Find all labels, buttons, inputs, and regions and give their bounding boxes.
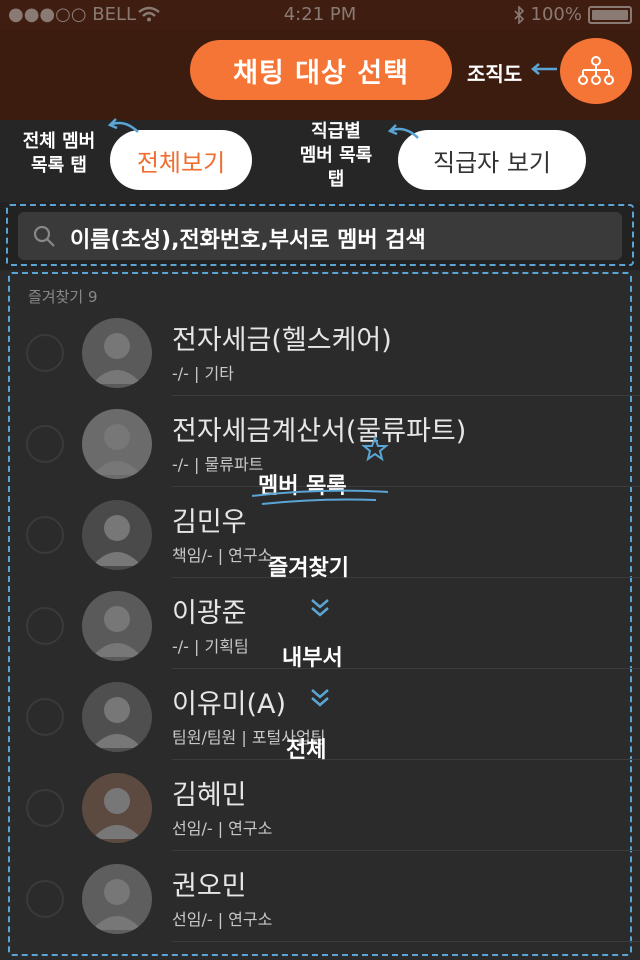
avatar (82, 591, 152, 661)
member-name: 김민우 (172, 507, 247, 538)
chevron-down-icon (311, 599, 329, 617)
battery-percent: 100% (530, 4, 582, 25)
list-item[interactable]: 전자세금(헬스케어) -/- | 기타 (0, 306, 640, 396)
order-favorites: 즐겨찾기 (268, 556, 349, 581)
search-icon (33, 225, 55, 247)
avatar (82, 409, 152, 479)
divider (172, 941, 640, 942)
org-chart-icon (578, 56, 614, 85)
arrow-icon (387, 124, 419, 139)
divider (172, 850, 640, 851)
org-chart-label: 조직도 (467, 62, 523, 86)
select-radio[interactable] (26, 607, 64, 645)
member-detail: -/- | 기타 (172, 364, 234, 383)
select-radio[interactable] (26, 425, 64, 463)
order-my-department: 내부서 (282, 646, 343, 671)
order-all: 전체 (286, 738, 327, 763)
favorites-header: 즐겨찾기 9 (28, 288, 98, 306)
divider (172, 759, 640, 760)
divider (172, 395, 640, 396)
member-name: 김혜민 (172, 780, 247, 811)
header: 채팅 대상 선택 조직도 (0, 30, 640, 120)
select-radio[interactable] (26, 334, 64, 372)
arrow-icon (531, 63, 557, 75)
list-item[interactable]: 김혜민선임/- | 연구소 (0, 761, 640, 851)
all-tab-note: 전체 멤버 목록 탭 (22, 131, 96, 176)
status-bar: ●●●○○ BELL 4:21 PM 100% (0, 0, 640, 30)
list-item[interactable]: 권오민선임/- | 연구소 (0, 852, 640, 942)
battery-level (592, 9, 628, 20)
avatar-icon (92, 424, 142, 475)
select-radio[interactable] (26, 516, 64, 554)
avatar (82, 773, 152, 843)
rank-tab-note: 직급별 멤버 목록 탭 (299, 121, 373, 190)
avatar (82, 682, 152, 752)
avatar (82, 318, 152, 388)
avatar (82, 864, 152, 934)
org-chart-button[interactable] (560, 38, 632, 104)
avatar (82, 500, 152, 570)
star-icon (251, 436, 389, 505)
divider (172, 577, 640, 578)
member-detail: 선임/- | 연구소 (172, 819, 273, 838)
member-name: 이유미(A) (172, 689, 287, 720)
divider (172, 668, 640, 669)
battery-icon (588, 5, 632, 24)
chat-target-title: 채팅 대상 선택 (190, 40, 452, 100)
select-radio[interactable] (26, 698, 64, 736)
avatar-icon (92, 606, 142, 657)
member-detail: 선임/- | 연구소 (172, 910, 273, 929)
avatar-icon (92, 879, 142, 930)
member-name: 이광준 (172, 598, 247, 629)
select-radio[interactable] (26, 789, 64, 827)
member-name: 전자세금(헬스케어) (172, 325, 392, 356)
select-radio[interactable] (26, 880, 64, 918)
tab-all-members[interactable]: 전체보기 (110, 130, 252, 190)
member-name: 권오민 (172, 871, 247, 902)
member-detail: 책임/- | 연구소 (172, 546, 273, 565)
avatar-icon (92, 333, 142, 384)
tab-rank-view[interactable]: 직급자 보기 (398, 130, 586, 190)
arrow-icon (107, 118, 139, 133)
avatar-icon (92, 788, 142, 839)
member-detail: -/- | 기획팀 (172, 637, 249, 656)
bluetooth-icon (513, 5, 524, 24)
search-annotation: 이름(초성),전화번호,부서로 멤버 검색 (70, 228, 426, 253)
avatar-icon (92, 697, 142, 748)
chevron-down-icon (311, 689, 329, 707)
avatar-icon (92, 515, 142, 566)
